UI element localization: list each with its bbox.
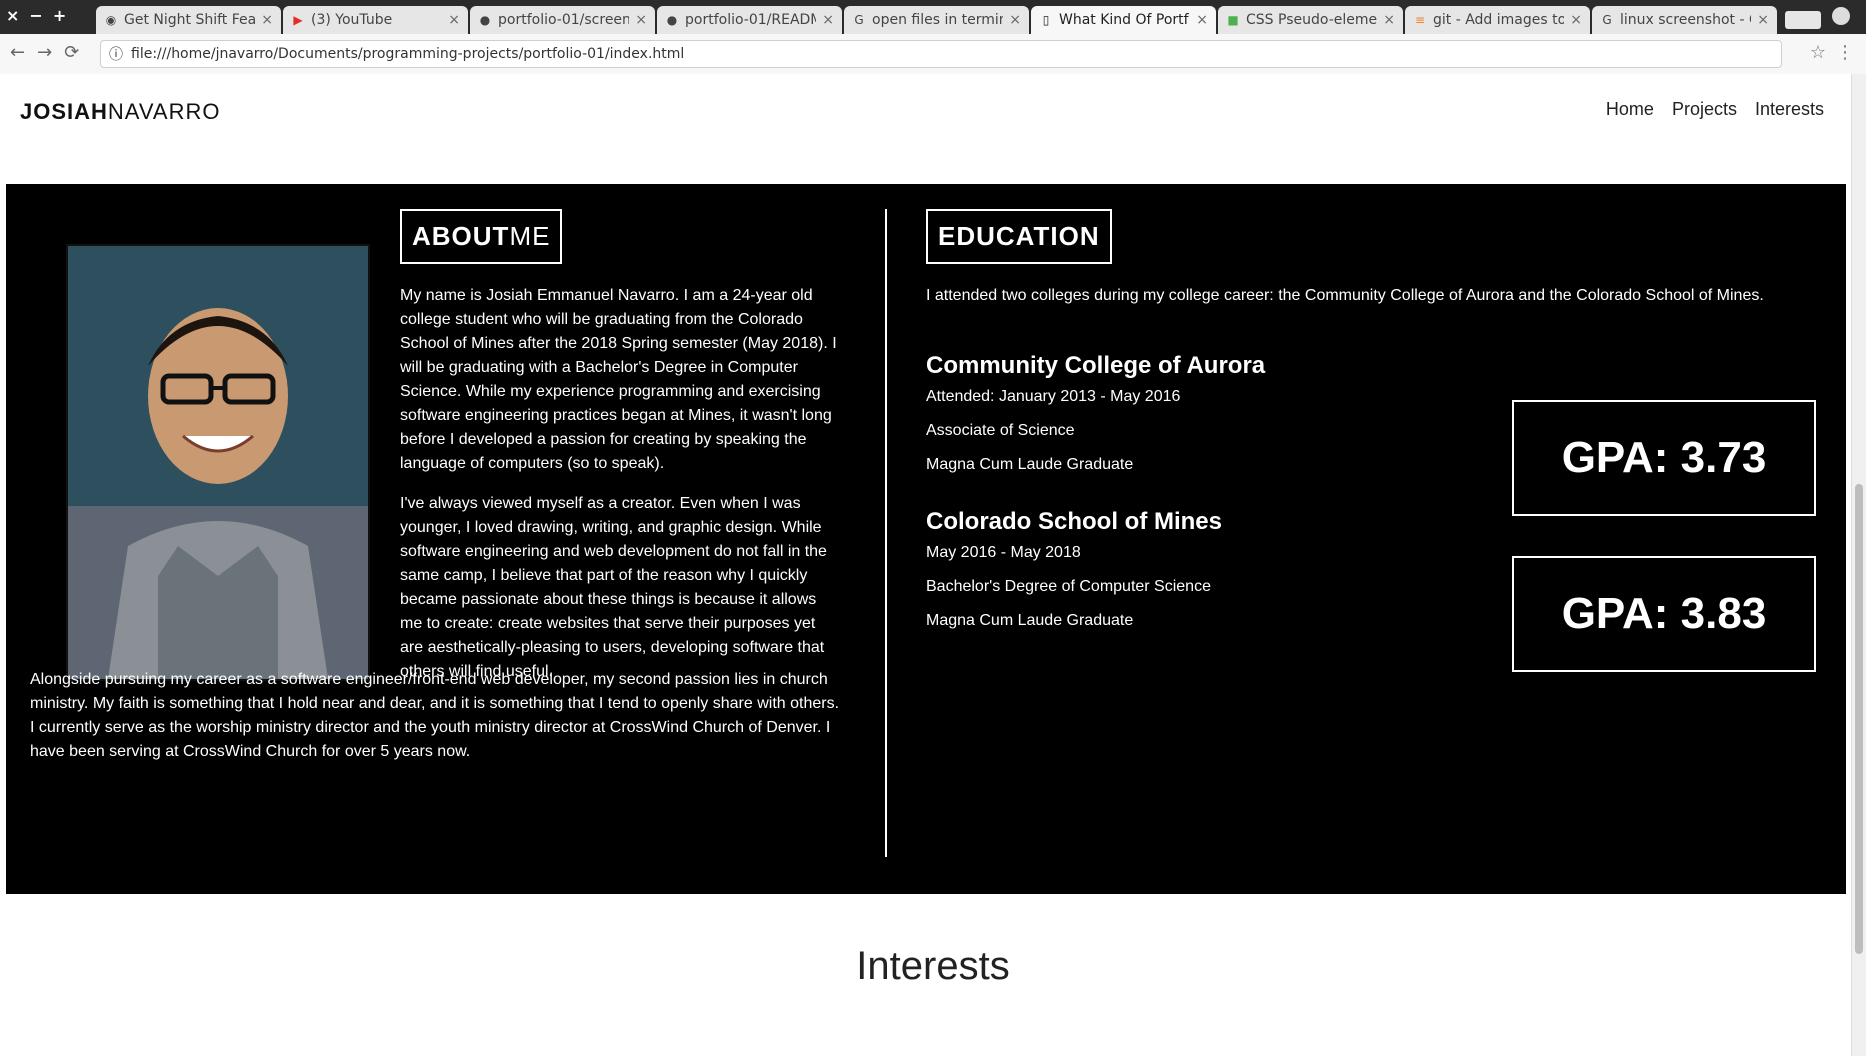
tab-title: open files in termina — [872, 12, 1004, 28]
w3schools-icon: ■ — [1227, 13, 1239, 27]
tab-close-icon[interactable]: × — [635, 12, 647, 28]
reload-icon[interactable]: ⟳ — [64, 42, 79, 63]
college-dates: Attended: January 2013 - May 2016 — [926, 388, 1181, 405]
tab-linux-screenshot[interactable]: G linux screenshot - G × — [1592, 6, 1777, 34]
window-minimize-icon[interactable]: − — [29, 6, 42, 25]
address-text: file:///home/jnavarro/Documents/programm… — [131, 46, 685, 62]
tab-open-files[interactable]: G open files in termina × — [844, 6, 1029, 34]
window-maximize-icon[interactable]: + — [53, 6, 66, 25]
tab-title: What Kind Of Portf — [1059, 12, 1189, 28]
about-education-section: ABOUTME My name is Josiah Emmanuel Navar… — [6, 184, 1846, 894]
college-ccaurora: Community College of Aurora Attended: Ja… — [926, 352, 1446, 490]
info-icon: ⓘ — [109, 47, 123, 63]
github-icon: ● — [479, 13, 491, 27]
nav-buttons: ← → ⟳ — [10, 42, 79, 63]
page-scrollbar[interactable] — [1851, 74, 1866, 1056]
window-controls: × − + — [6, 6, 66, 25]
scrollbar-thumb[interactable] — [1855, 484, 1863, 954]
education-intro: I attended two colleges during my colleg… — [926, 287, 1764, 304]
youtube-icon: ▶ — [293, 13, 303, 27]
tab-close-icon[interactable]: × — [1383, 12, 1395, 28]
browser-tabbar: × − + ◉ Get Night Shift Fea × ▶ (3) YouT… — [0, 0, 1866, 34]
about-text: My name is Josiah Emmanuel Navarro. I am… — [400, 284, 840, 700]
about-paragraph-1: My name is Josiah Emmanuel Navarro. I am… — [400, 287, 837, 472]
nav-interests[interactable]: Interests — [1755, 99, 1824, 120]
college-honor: Magna Cum Laude Graduate — [926, 456, 1134, 473]
tab-close-icon[interactable]: × — [1196, 12, 1208, 28]
page-icon: ▯ — [1042, 13, 1050, 27]
tab-title: linux screenshot - G — [1620, 12, 1752, 28]
gpa-box-mines: GPA: 3.83 — [1512, 556, 1816, 672]
portrait-image — [68, 246, 368, 679]
brand-first: JOSIAH — [20, 99, 108, 124]
forward-icon[interactable]: → — [37, 42, 52, 63]
college-degree: Associate of Science — [926, 422, 1075, 439]
tab-portfolio-active[interactable]: ▯ What Kind Of Portf × — [1031, 6, 1216, 34]
tab-close-icon[interactable]: × — [1570, 12, 1582, 28]
tab-title: portfolio-01/screens — [498, 12, 630, 28]
tab-youtube[interactable]: ▶ (3) YouTube × — [283, 6, 468, 34]
tab-title: CSS Pseudo-eleme — [1246, 12, 1378, 28]
back-icon[interactable]: ← — [10, 42, 25, 63]
site-brand[interactable]: JOSIAHNAVARRO — [20, 99, 220, 125]
menu-icon[interactable]: ⋮ — [1836, 42, 1854, 63]
site-nav: Home Projects Interests — [1606, 99, 1824, 120]
about-heading-bold: ABOUT — [412, 221, 510, 251]
college-name: Colorado School of Mines — [926, 508, 1223, 535]
tab-close-icon[interactable]: × — [1757, 12, 1769, 28]
interests-heading: Interests — [856, 944, 1010, 988]
bookmark-star-icon[interactable]: ☆ — [1810, 42, 1826, 63]
gpa-box-ccaurora: GPA: 3.73 — [1512, 400, 1816, 516]
tab-github-screens[interactable]: ● portfolio-01/screens × — [470, 6, 655, 34]
google-icon: G — [1602, 13, 1612, 27]
tab-close-icon[interactable]: × — [1009, 12, 1021, 28]
tab-title: (3) YouTube — [311, 12, 393, 28]
profile-photo — [66, 244, 370, 681]
tab-close-icon[interactable]: × — [261, 12, 273, 28]
tab-css-pseudo[interactable]: ■ CSS Pseudo-eleme × — [1218, 6, 1403, 34]
tab-title: git - Add images to — [1433, 12, 1565, 28]
tab-close-icon[interactable]: × — [822, 12, 834, 28]
page-content: JOSIAHNAVARRO Home Projects Interests AB… — [0, 74, 1866, 1056]
tab-strip: ◉ Get Night Shift Fea × ▶ (3) YouTube × … — [96, 6, 1830, 34]
nav-projects[interactable]: Projects — [1672, 99, 1737, 120]
tab-title: portfolio-01/READM — [685, 12, 817, 28]
window-close-icon[interactable]: × — [6, 6, 19, 25]
about-heading-light: ME — [509, 221, 551, 251]
college-degree: Bachelor's Degree of Computer Science — [926, 578, 1211, 595]
google-icon: G — [854, 13, 864, 27]
brand-last: NAVARRO — [107, 99, 221, 124]
tab-git-images[interactable]: ≡ git - Add images to × — [1405, 6, 1590, 34]
about-paragraph-3: Alongside pursuing my career as a softwa… — [30, 671, 840, 760]
site-header: JOSIAHNAVARRO Home Projects Interests — [0, 74, 1866, 184]
android-icon: ◉ — [105, 13, 117, 27]
browser-toolbar: ← → ⟳ ⓘ file:///home/jnavarro/Documents/… — [0, 34, 1866, 75]
college-mines: Colorado School of Mines May 2016 - May … — [926, 508, 1446, 646]
github-icon: ● — [666, 13, 678, 27]
tab-night-shift[interactable]: ◉ Get Night Shift Fea × — [96, 6, 281, 34]
tab-github-readme[interactable]: ● portfolio-01/READM × — [657, 6, 842, 34]
college-dates: May 2016 - May 2018 — [926, 544, 1081, 561]
stackoverflow-icon: ≡ — [1414, 13, 1426, 27]
education-heading: EDUCATION — [926, 209, 1112, 264]
new-tab-button[interactable] — [1785, 11, 1821, 29]
about-paragraph-2: I've always viewed myself as a creator. … — [400, 495, 827, 680]
address-bar[interactable]: ⓘ file:///home/jnavarro/Documents/progra… — [100, 40, 1782, 68]
college-name: Community College of Aurora — [926, 352, 1266, 379]
section-divider — [885, 209, 887, 857]
profile-icon[interactable] — [1832, 7, 1850, 25]
college-honor: Magna Cum Laude Graduate — [926, 612, 1134, 629]
nav-home[interactable]: Home — [1606, 99, 1654, 120]
tab-close-icon[interactable]: × — [448, 12, 460, 28]
about-heading: ABOUTME — [400, 209, 563, 264]
tab-title: Get Night Shift Fea — [124, 12, 256, 28]
